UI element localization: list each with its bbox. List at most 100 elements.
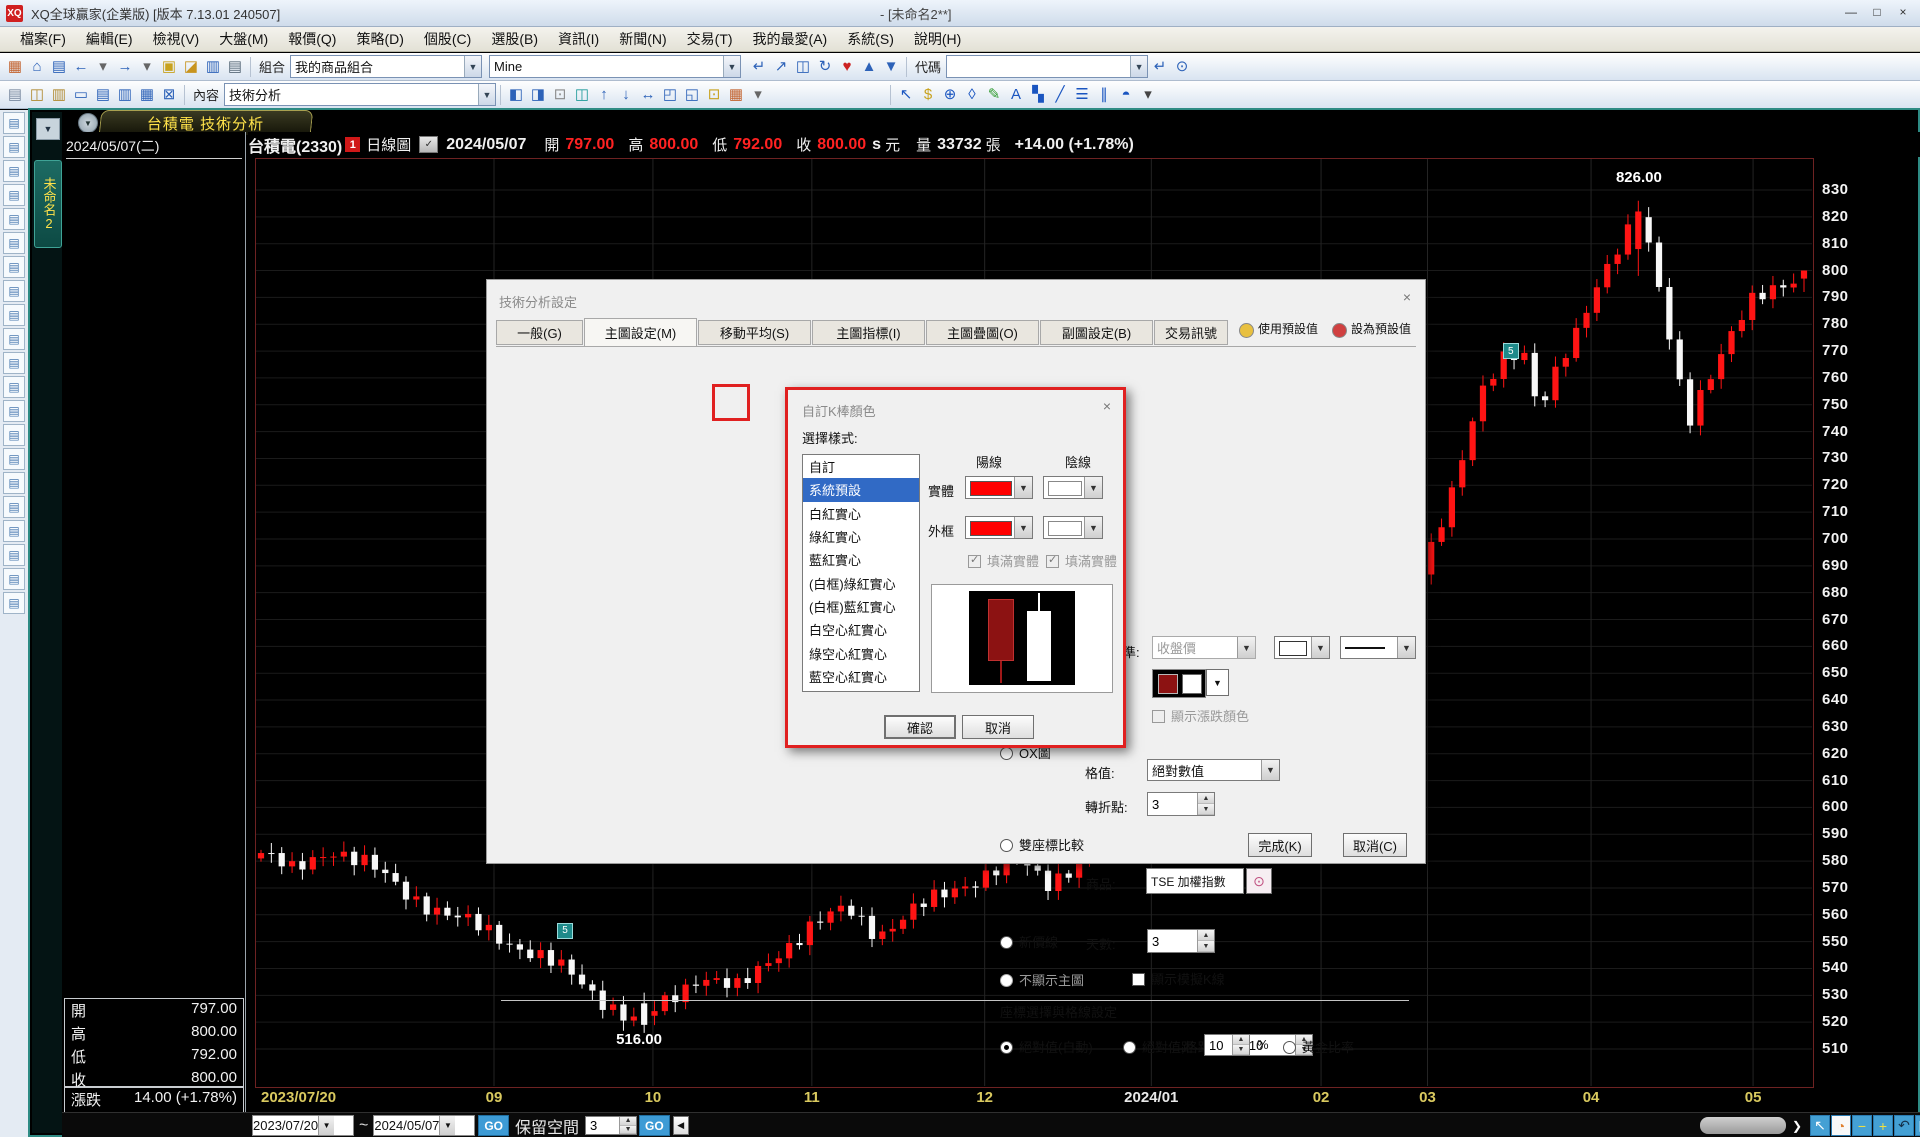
page-lock-icon[interactable]: ▥ [48, 84, 70, 106]
dock-page-icon[interactable]: ▤ [3, 544, 25, 566]
radio-new-price[interactable]: 新價線 [1000, 932, 1058, 952]
content-combo[interactable]: 技術分析 ▼ [224, 83, 497, 106]
product-search-button[interactable]: ⊙ [1246, 868, 1272, 894]
layout-rows-icon[interactable]: ▤ [92, 84, 114, 106]
dock-page-icon[interactable]: ▤ [3, 424, 25, 446]
close-button[interactable]: × [1892, 3, 1914, 21]
win-lock-icon[interactable]: ⊡ [549, 84, 571, 106]
range-go-button[interactable]: GO [478, 1115, 510, 1136]
scroll-right-button[interactable]: ❯ [1788, 1115, 1806, 1136]
new-file-icon[interactable]: ▣ [158, 56, 180, 78]
period-label[interactable]: 日線圖 [366, 134, 411, 155]
subdialog-cancel-button[interactable]: 取消 [962, 715, 1034, 739]
subdialog-ok-button[interactable]: 確認 [884, 715, 956, 739]
text-icon[interactable]: A [1005, 84, 1027, 106]
style-item-藍紅實心[interactable]: 藍紅實心 [803, 548, 919, 571]
chevron-down-icon[interactable]: ▼ [723, 56, 741, 77]
eraser-icon[interactable]: ◊ [961, 84, 983, 106]
win2-icon[interactable]: ◨ [527, 84, 549, 106]
menu-編輯(E)[interactable]: 編輯(E) [76, 27, 143, 51]
turn-point-spinner[interactable]: 3 ▲ ▼ [1147, 792, 1215, 816]
radio-golden[interactable]: 黃金比率 [1283, 1037, 1354, 1057]
group-combo[interactable]: Mine ▼ [489, 55, 742, 78]
page-tab-unnamed2[interactable]: 未命名2 [34, 160, 62, 248]
parallel-icon[interactable]: ∥ [1093, 84, 1115, 106]
menu-策略(D)[interactable]: 策略(D) [346, 27, 413, 51]
product-input[interactable]: TSE 加權指數 [1146, 868, 1244, 894]
dock-page-icon[interactable]: ▤ [3, 496, 25, 518]
frame-icon[interactable]: ▣ [1915, 1115, 1920, 1136]
style-item-綠紅實心[interactable]: 綠紅實心 [803, 525, 919, 548]
menu-選股(B)[interactable]: 選股(B) [481, 27, 548, 51]
chevron-down-icon[interactable]: ▼ [318, 1116, 335, 1135]
crosshair-icon[interactable]: ⊕ [939, 84, 961, 106]
layout-grid-icon[interactable]: ▦ [136, 84, 158, 106]
dollar-icon[interactable]: $ [917, 84, 939, 106]
menu-檔案(F)[interactable]: 檔案(F) [10, 27, 76, 51]
more-icon[interactable]: ▾ [1137, 84, 1159, 106]
tab-副圖設定(B)[interactable]: 副圖設定(B) [1040, 320, 1153, 345]
style-item-綠空心紅實心[interactable]: 綠空心紅實心 [803, 641, 919, 664]
window-icon[interactable]: ◫ [792, 56, 814, 78]
expand-down-icon[interactable]: ▼ [880, 56, 902, 78]
period-dropdown-icon[interactable]: ✓ [419, 136, 439, 153]
radio-abs-auto[interactable]: 絕對值(自動) [1000, 1037, 1093, 1057]
minimize-button[interactable]: — [1840, 3, 1862, 21]
line-style-combo[interactable]: ▼ [1340, 636, 1416, 659]
dock-page-icon[interactable]: ▤ [3, 280, 25, 302]
symbol-code-input[interactable]: ▼ [946, 55, 1149, 78]
palette-icon[interactable]: ▦ [725, 84, 747, 106]
dock-page-icon[interactable]: ▤ [3, 328, 25, 350]
print-icon[interactable]: ▤ [224, 56, 246, 78]
tab-移動平均(S)[interactable]: 移動平均(S) [698, 320, 811, 345]
layout-close-icon[interactable]: ⊠ [158, 84, 180, 106]
forward-more-icon[interactable]: ▾ [136, 56, 158, 78]
lock2-icon[interactable]: ⊡ [703, 84, 725, 106]
set-default-button[interactable]: 設為預設值 [1331, 320, 1411, 338]
menu-系統(S)[interactable]: 系統(S) [837, 27, 904, 51]
kbar-color-dropdown[interactable]: ▼ [1206, 669, 1229, 696]
back-more-icon[interactable]: ▾ [92, 56, 114, 78]
tab-主圖指標(I)[interactable]: 主圖指標(I) [812, 320, 925, 345]
dock-page-icon[interactable]: ▤ [3, 304, 25, 326]
panel-icon[interactable]: ◓ [1115, 84, 1137, 106]
range-from-combo[interactable]: 2023/07/20 ▼ [252, 1115, 354, 1136]
page-add-icon[interactable]: ▤ [4, 84, 26, 106]
menu-資訊(I)[interactable]: 資訊(I) [548, 27, 609, 51]
menu-說明(H)[interactable]: 說明(H) [904, 27, 971, 51]
pointer-icon[interactable]: ↖ [1810, 1115, 1830, 1136]
tab-dropdown-button[interactable]: ▼ [78, 113, 98, 133]
checkbox-sim-kline[interactable]: 顯示模擬K線 [1132, 969, 1225, 989]
dock-page-icon[interactable]: ▤ [3, 520, 25, 542]
dock-page-icon[interactable]: ▤ [3, 232, 25, 254]
dock-page-icon[interactable]: ▤ [3, 592, 25, 614]
days-spinner[interactable]: 3 ▲ ▼ [1147, 929, 1215, 953]
tab-交易訊號[interactable]: 交易訊號 [1154, 320, 1228, 345]
expand-icon[interactable]: ↗ [770, 56, 792, 78]
portfolio-combo[interactable]: 我的商品組合 ▼ [290, 55, 483, 78]
pointer-icon[interactable]: ↖ [895, 84, 917, 106]
spinner-up-icon[interactable]: ▲ [620, 1117, 637, 1126]
win1-icon[interactable]: ◧ [505, 84, 527, 106]
refresh-icon[interactable]: ↻ [814, 56, 836, 78]
win-link-icon[interactable]: ◫ [571, 84, 593, 106]
dock-page-icon[interactable]: ▤ [3, 400, 25, 422]
dock-page-icon[interactable]: ▤ [3, 160, 25, 182]
spinner-down-icon[interactable]: ▼ [620, 1125, 637, 1134]
tab-主圖疊圖(O)[interactable]: 主圖疊圖(O) [926, 320, 1039, 345]
dock-page-icon[interactable]: ▤ [3, 112, 25, 134]
bear-frame-color-combo[interactable]: ▼ [1043, 516, 1103, 539]
dock-page-icon[interactable]: ▤ [3, 184, 25, 206]
lines-icon[interactable]: ☰ [1071, 84, 1093, 106]
event-badge[interactable]: 5 [556, 922, 573, 939]
chart-icon[interactable]: ▚ [1027, 84, 1049, 106]
radio-abs-step[interactable]: 絕對值,格距 [1123, 1037, 1211, 1057]
chevron-down-icon[interactable]: ▼ [439, 1116, 456, 1135]
dock-page-icon[interactable]: ▤ [3, 376, 25, 398]
style-item-白紅實心[interactable]: 白紅實心 [803, 502, 919, 525]
bull-body-color-combo[interactable]: ▼ [965, 476, 1033, 499]
trend-icon[interactable]: ╱ [1049, 84, 1071, 106]
bull-frame-color-combo[interactable]: ▼ [965, 516, 1033, 539]
home-icon[interactable]: ⌂ [26, 56, 48, 78]
dock-page-icon[interactable]: ▤ [3, 448, 25, 470]
